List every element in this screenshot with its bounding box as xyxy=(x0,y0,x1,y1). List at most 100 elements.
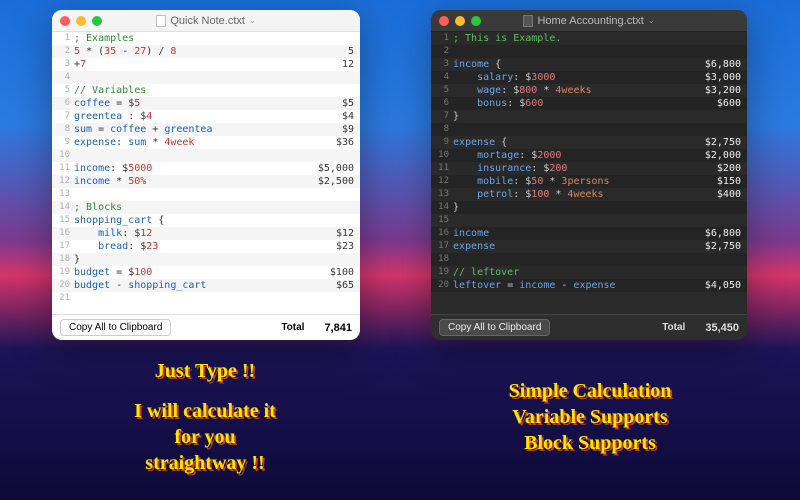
code-line[interactable]: 1; This is Example. xyxy=(431,32,747,45)
code-line[interactable]: 16income$6,800 xyxy=(431,227,747,240)
line-number: 18 xyxy=(52,253,74,266)
code-line[interactable]: 11income: $5000$5,000 xyxy=(52,162,360,175)
code-line[interactable]: 1; Examples xyxy=(52,32,360,45)
editor-area[interactable]: 1; Examples25 * (35 - 27) / 853+71245// … xyxy=(52,32,360,314)
code-content[interactable]: sum = coffee + greentea xyxy=(74,123,304,136)
code-line[interactable]: 10 xyxy=(52,149,360,162)
code-line[interactable]: 13 petrol: $100 * 4weeks$400 xyxy=(431,188,747,201)
caption-text: Just Type !! xyxy=(60,358,350,384)
close-icon[interactable] xyxy=(439,16,449,26)
code-line[interactable]: 12 mobile: $50 * 3persons$150 xyxy=(431,175,747,188)
line-number: 21 xyxy=(52,292,74,305)
code-content[interactable]: 5 * (35 - 27) / 8 xyxy=(74,45,304,58)
chevron-down-icon[interactable]: ⌄ xyxy=(249,16,256,25)
window-quick-note: Quick Note.ctxt ⌄ 1; Examples25 * (35 - … xyxy=(52,10,360,340)
code-line[interactable]: 19// leftover xyxy=(431,266,747,279)
titlebar[interactable]: Home Accounting.ctxt ⌄ xyxy=(431,10,747,32)
code-line[interactable]: 4 xyxy=(52,71,360,84)
code-content[interactable]: milk: $12 xyxy=(74,227,304,240)
zoom-icon[interactable] xyxy=(471,16,481,26)
code-content[interactable]: bread: $23 xyxy=(74,240,304,253)
code-content[interactable]: leftover = income - expense xyxy=(453,279,691,292)
code-content[interactable]: +7 xyxy=(74,58,304,71)
code-line[interactable]: 3+712 xyxy=(52,58,360,71)
minimize-icon[interactable] xyxy=(76,16,86,26)
line-result: $6,800 xyxy=(691,58,741,71)
code-line[interactable]: 9expense {$2,750 xyxy=(431,136,747,149)
code-line[interactable]: 20budget - shopping_cart$65 xyxy=(52,279,360,292)
titlebar[interactable]: Quick Note.ctxt ⌄ xyxy=(52,10,360,32)
code-content[interactable]: // Variables xyxy=(74,84,304,97)
code-content[interactable]: budget - shopping_cart xyxy=(74,279,304,292)
line-result: $3,000 xyxy=(691,71,741,84)
caption-right: Simple Calculation Variable Supports Blo… xyxy=(440,378,740,456)
code-content[interactable]: expense: sum * 4week xyxy=(74,136,304,149)
line-number: 11 xyxy=(52,162,74,175)
minimize-icon[interactable] xyxy=(455,16,465,26)
line-result: $5 xyxy=(304,97,354,110)
code-content[interactable]: income { xyxy=(453,58,691,71)
code-line[interactable]: 6 bonus: $600$600 xyxy=(431,97,747,110)
code-content[interactable]: wage: $800 * 4weeks xyxy=(453,84,691,97)
copy-all-button[interactable]: Copy All to Clipboard xyxy=(60,319,171,336)
code-content[interactable]: mortage: $2000 xyxy=(453,149,691,162)
code-line[interactable]: 3income {$6,800 xyxy=(431,58,747,71)
code-content[interactable]: income xyxy=(453,227,691,240)
code-line[interactable]: 4 salary: $3000$3,000 xyxy=(431,71,747,84)
code-line[interactable]: 15shopping_cart { xyxy=(52,214,360,227)
code-content[interactable]: bonus: $600 xyxy=(453,97,691,110)
code-content[interactable]: } xyxy=(453,201,691,214)
code-content[interactable]: salary: $3000 xyxy=(453,71,691,84)
code-line[interactable]: 20leftover = income - expense$4,050 xyxy=(431,279,747,292)
code-line[interactable]: 7greentea : $4$4 xyxy=(52,110,360,123)
code-line[interactable]: 17expense$2,750 xyxy=(431,240,747,253)
code-content[interactable]: } xyxy=(453,110,691,123)
code-content[interactable]: income: $5000 xyxy=(74,162,304,175)
code-content[interactable]: income * 50% xyxy=(74,175,304,188)
code-content[interactable]: expense xyxy=(453,240,691,253)
code-content[interactable]: expense { xyxy=(453,136,691,149)
code-content[interactable]: } xyxy=(74,253,304,266)
code-line[interactable]: 19budget = $100$100 xyxy=(52,266,360,279)
code-line[interactable]: 12income * 50%$2,500 xyxy=(52,175,360,188)
code-line[interactable]: 9expense: sum * 4week$36 xyxy=(52,136,360,149)
copy-all-button[interactable]: Copy All to Clipboard xyxy=(439,319,550,336)
chevron-down-icon[interactable]: ⌄ xyxy=(648,16,655,25)
line-number: 6 xyxy=(431,97,453,110)
code-content[interactable]: coffee = $5 xyxy=(74,97,304,110)
code-line[interactable]: 8 xyxy=(431,123,747,136)
code-line[interactable]: 15 xyxy=(431,214,747,227)
code-line[interactable]: 11 insurance: $200$200 xyxy=(431,162,747,175)
code-line[interactable]: 25 * (35 - 27) / 85 xyxy=(52,45,360,58)
code-line[interactable]: 17 bread: $23$23 xyxy=(52,240,360,253)
close-icon[interactable] xyxy=(60,16,70,26)
code-line[interactable]: 21 xyxy=(52,292,360,305)
code-content[interactable]: insurance: $200 xyxy=(453,162,691,175)
line-number: 6 xyxy=(52,97,74,110)
code-content[interactable]: ; Examples xyxy=(74,32,304,45)
code-line[interactable]: 10 mortage: $2000$2,000 xyxy=(431,149,747,162)
code-content[interactable]: petrol: $100 * 4weeks xyxy=(453,188,691,201)
code-line[interactable]: 7} xyxy=(431,110,747,123)
code-line[interactable]: 5 wage: $800 * 4weeks$3,200 xyxy=(431,84,747,97)
code-content[interactable]: // leftover xyxy=(453,266,691,279)
code-line[interactable]: 16 milk: $12$12 xyxy=(52,227,360,240)
code-line[interactable]: 18 xyxy=(431,253,747,266)
code-line[interactable]: 14; Blocks xyxy=(52,201,360,214)
code-line[interactable]: 14} xyxy=(431,201,747,214)
zoom-icon[interactable] xyxy=(92,16,102,26)
editor-area[interactable]: 1; This is Example.23income {$6,8004 sal… xyxy=(431,32,747,314)
line-result: $2,500 xyxy=(304,175,354,188)
code-line[interactable]: 18} xyxy=(52,253,360,266)
code-line[interactable]: 8sum = coffee + greentea$9 xyxy=(52,123,360,136)
code-line[interactable]: 5// Variables xyxy=(52,84,360,97)
code-line[interactable]: 6coffee = $5$5 xyxy=(52,97,360,110)
code-content[interactable]: ; This is Example. xyxy=(453,32,691,45)
code-content[interactable]: budget = $100 xyxy=(74,266,304,279)
code-line[interactable]: 13 xyxy=(52,188,360,201)
code-content[interactable]: shopping_cart { xyxy=(74,214,304,227)
code-content[interactable]: mobile: $50 * 3persons xyxy=(453,175,691,188)
code-line[interactable]: 2 xyxy=(431,45,747,58)
code-content[interactable]: greentea : $4 xyxy=(74,110,304,123)
code-content[interactable]: ; Blocks xyxy=(74,201,304,214)
